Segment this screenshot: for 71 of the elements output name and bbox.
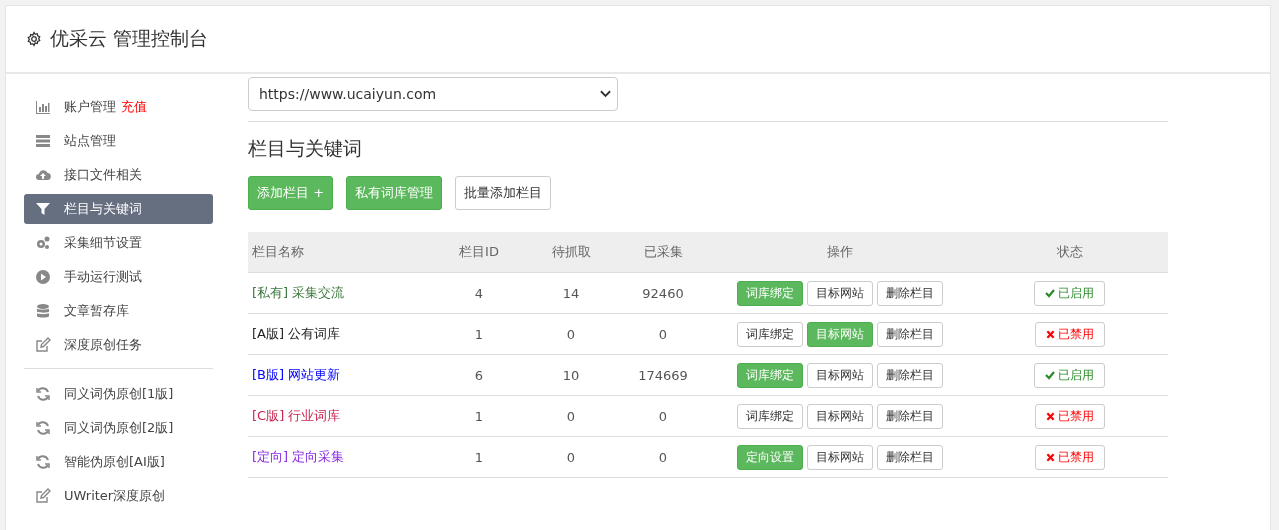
column-header: 栏目名称 [248, 232, 433, 273]
status-button[interactable]: 已启用 [1034, 362, 1105, 388]
sidebar-label: 站点管理 [64, 132, 116, 150]
sidebar-item[interactable]: 智能伪原创[AI版] [24, 447, 213, 477]
site-select[interactable]: https://www.ucaiyun.com [248, 77, 618, 111]
sidebar-label: 接口文件相关 [64, 166, 142, 184]
table-cell: 0 [617, 436, 709, 478]
table-cell: 0 [525, 313, 617, 355]
action-button[interactable]: 删除栏目 [877, 362, 943, 388]
section-title: 栏目与关键词 [248, 136, 363, 161]
sidebar-item[interactable]: 账户管理 充值 [24, 92, 213, 122]
action-button[interactable]: 删除栏目 [877, 280, 943, 306]
status-button[interactable]: 已禁用 [1034, 321, 1105, 347]
column-name-cell[interactable]: [C版] 行业词库 [248, 395, 433, 437]
table-cell: 14 [525, 272, 617, 314]
console-title: 优采云 管理控制台 [50, 26, 209, 51]
action-button[interactable]: 删除栏目 [877, 444, 943, 470]
status-button[interactable]: 已禁用 [1034, 403, 1105, 429]
column-header: 待抓取 [525, 232, 617, 273]
action-button[interactable]: 词库绑定 [737, 403, 803, 429]
action-button[interactable]: 目标网站 [807, 280, 873, 306]
column-header: 栏目ID [433, 232, 525, 273]
table-cell: 1 [433, 395, 525, 437]
secondary-button[interactable]: 批量添加栏目 [455, 176, 552, 210]
sidebar-item[interactable]: UWriter深度原创 [24, 481, 213, 511]
sidebar-item[interactable]: 同义词伪原创[1版] [24, 379, 213, 409]
sidebar-item[interactable]: 深度原创任务 [24, 330, 213, 360]
column-header: 操作 [709, 232, 971, 273]
sidebar-label: 手动运行测试 [64, 268, 142, 286]
table-cell: 92460 [617, 272, 709, 314]
table-cell: 0 [525, 395, 617, 437]
column-header: 状态 [971, 232, 1168, 273]
column-name-cell[interactable]: [B版] 网站更新 [248, 354, 433, 396]
sidebar-item[interactable]: 站点管理 [24, 126, 213, 156]
column-name-cell[interactable]: [A版] 公有词库 [248, 313, 433, 355]
sidebar-item[interactable]: 文章暂存库 [24, 296, 213, 326]
sidebar-item[interactable]: 手动运行测试 [24, 262, 213, 292]
table-cell: 174669 [617, 354, 709, 396]
sidebar-label: 栏目与关键词 [64, 200, 142, 218]
table-cell: 0 [525, 436, 617, 478]
sidebar-item[interactable]: 栏目与关键词 [24, 194, 213, 224]
column-name-cell[interactable]: [私有] 采集交流 [248, 272, 433, 314]
table-cell: 0 [617, 313, 709, 355]
sidebar-label: 采集细节设置 [64, 234, 142, 252]
recharge-link[interactable]: 充值 [121, 98, 147, 116]
table-cell: 4 [433, 272, 525, 314]
column-name-cell[interactable]: [定向] 定向采集 [248, 436, 433, 478]
sidebar-label: 深度原创任务 [64, 336, 142, 354]
sidebar-item[interactable]: 同义词伪原创[2版] [24, 413, 213, 443]
table-cell: 10 [525, 354, 617, 396]
table-cell: 0 [617, 395, 709, 437]
sidebar-label: 账户管理 [64, 98, 116, 116]
sidebar-item[interactable]: 接口文件相关 [24, 160, 213, 190]
column-header: 已采集 [617, 232, 709, 273]
action-button[interactable]: 目标网站 [807, 362, 873, 388]
action-button[interactable]: 目标网站 [807, 403, 873, 429]
status-button[interactable]: 已启用 [1034, 280, 1105, 306]
action-button[interactable]: 词库绑定 [737, 321, 803, 347]
sidebar-label: 文章暂存库 [64, 302, 129, 320]
sidebar-label: UWriter深度原创 [64, 487, 166, 505]
sidebar-item[interactable]: 采集细节设置 [24, 228, 213, 258]
action-button[interactable]: 删除栏目 [877, 321, 943, 347]
table-cell: 1 [433, 436, 525, 478]
status-button[interactable]: 已禁用 [1034, 444, 1105, 470]
action-button[interactable]: 目标网站 [807, 444, 873, 470]
table-cell: 6 [433, 354, 525, 396]
action-button[interactable]: 删除栏目 [877, 403, 943, 429]
sidebar-label: 智能伪原创[AI版] [64, 453, 165, 471]
sidebar-label: 同义词伪原创[2版] [64, 419, 174, 437]
sidebar-label: 同义词伪原创[1版] [64, 385, 174, 403]
table-cell: 1 [433, 313, 525, 355]
